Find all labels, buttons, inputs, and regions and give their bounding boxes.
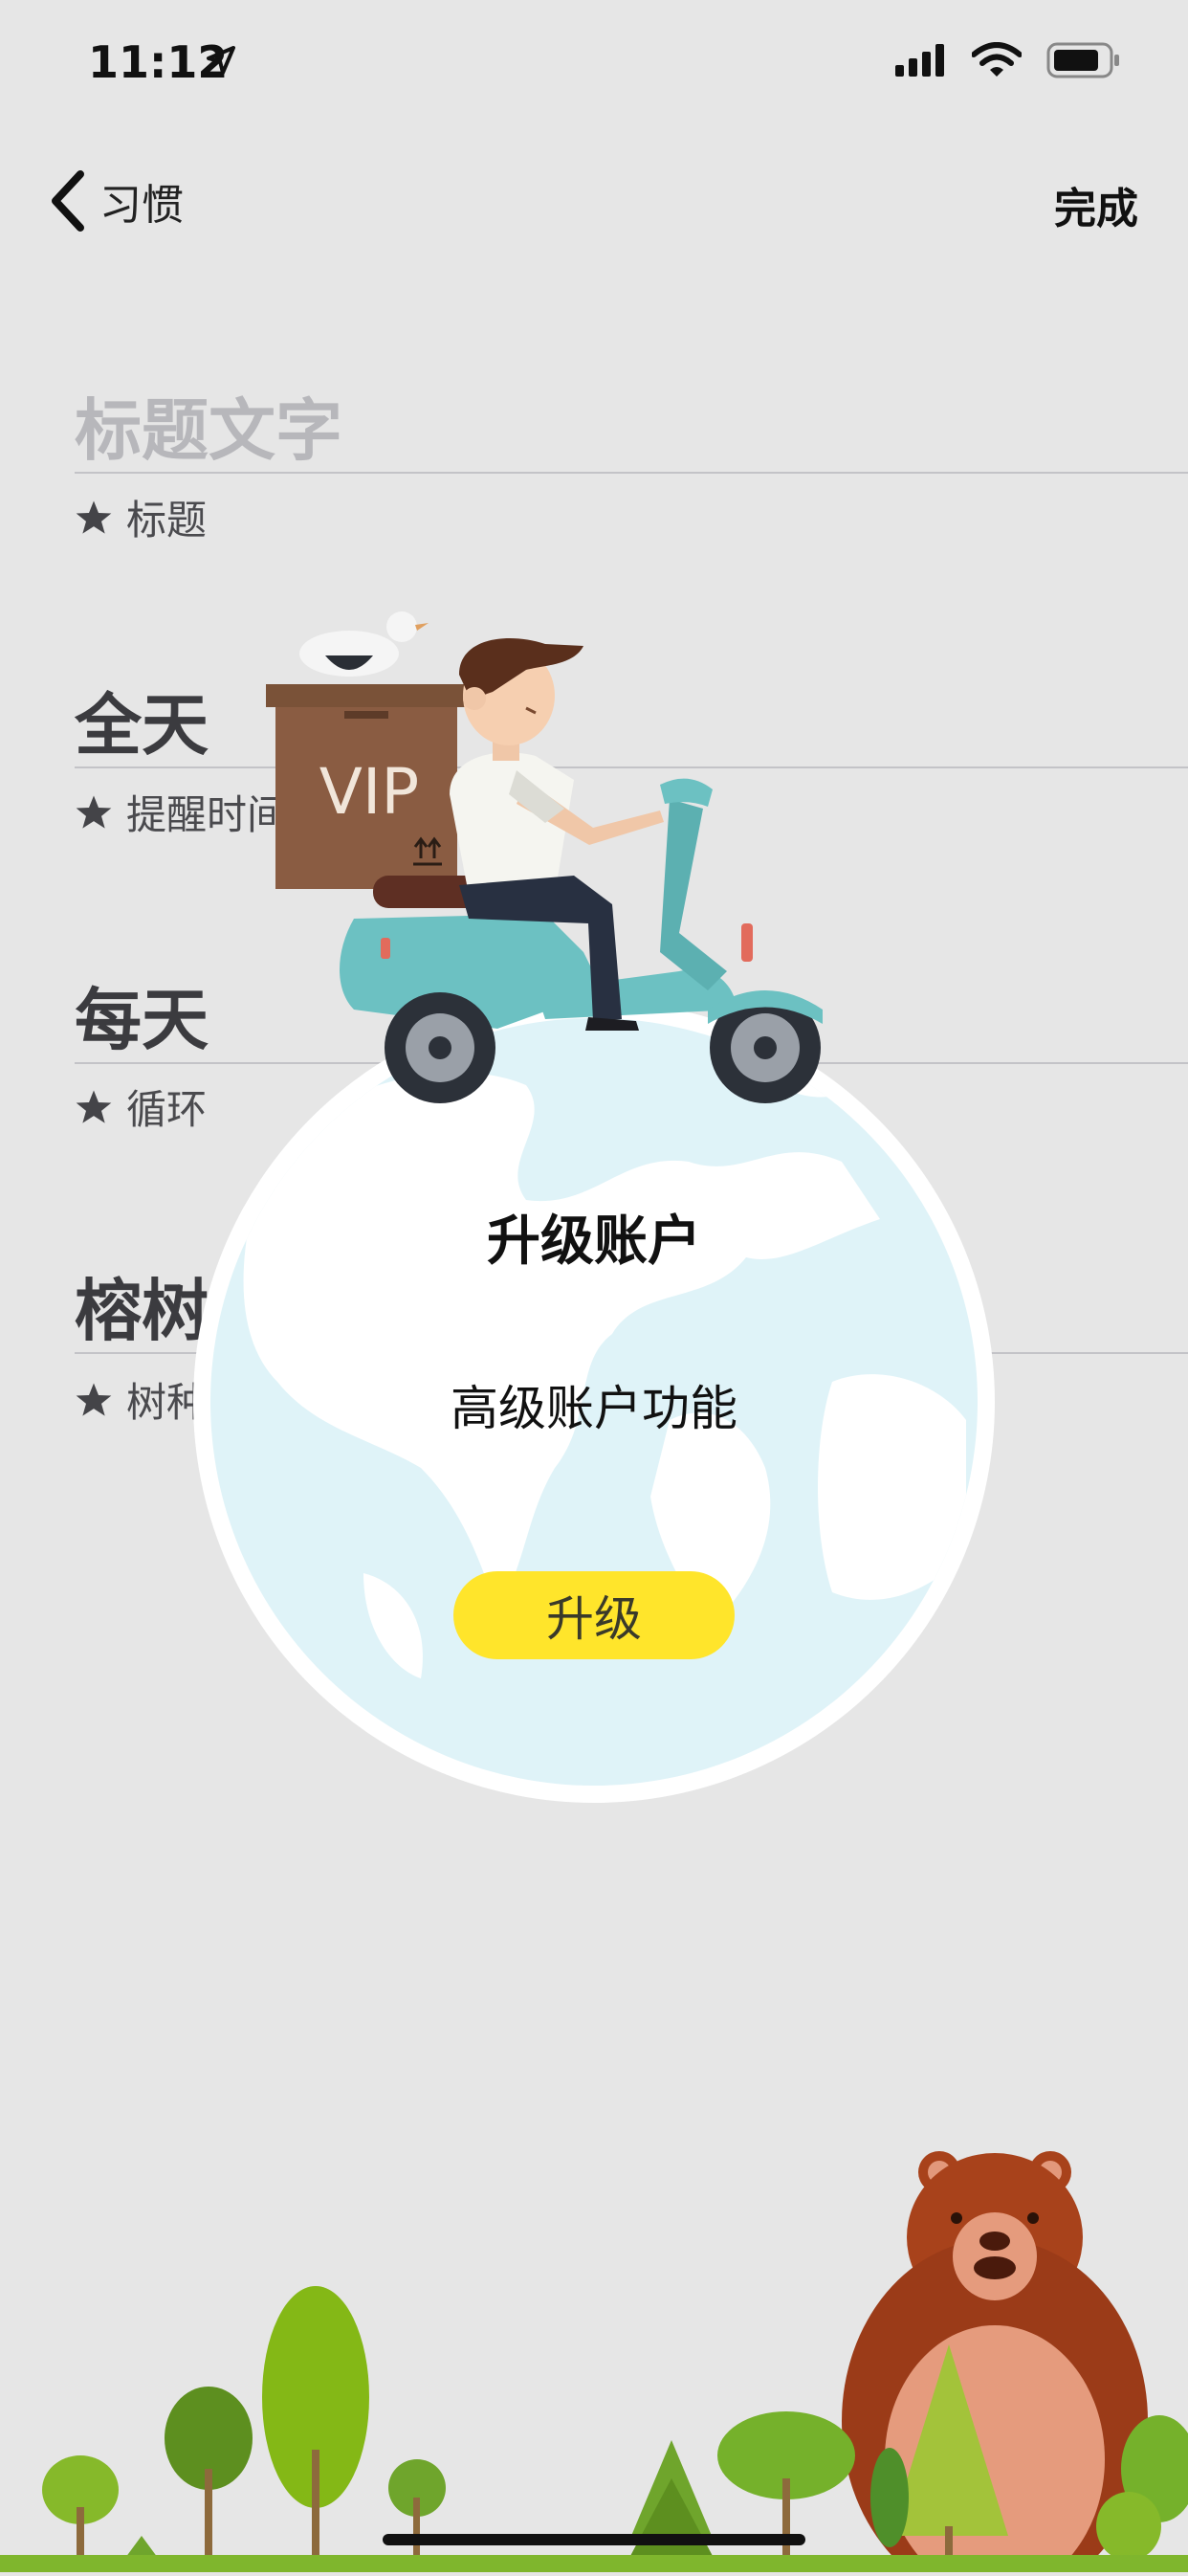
- popup-description: 高级账户功能: [451, 1381, 737, 1436]
- star-icon: [76, 500, 112, 534]
- scooter-illustration: VIP: [258, 588, 832, 1124]
- forest-illustration: [0, 2134, 1188, 2576]
- back-button[interactable]: 习惯: [48, 170, 184, 232]
- upgrade-button[interactable]: 升级: [453, 1571, 735, 1659]
- row-subtitle: 提醒时间: [75, 783, 287, 841]
- back-label: 习惯: [99, 181, 184, 230]
- star-icon: [76, 1090, 112, 1123]
- title-input[interactable]: 标题文字: [75, 377, 342, 474]
- chevron-left-icon: [52, 170, 84, 232]
- signal-icon: [895, 44, 944, 77]
- battery-icon: [1046, 42, 1119, 78]
- divider: [75, 472, 1188, 474]
- row-subtitle-label: 循环: [126, 1086, 208, 1133]
- upgrade-button-label: 升级: [546, 1591, 642, 1647]
- home-indicator[interactable]: [383, 2534, 805, 2545]
- done-button[interactable]: 完成: [1054, 174, 1138, 235]
- reminder-time-field[interactable]: 全天: [75, 672, 209, 768]
- row-subtitle-label: 标题: [126, 497, 208, 544]
- repeat-field[interactable]: 每天: [75, 966, 209, 1063]
- row-subtitle: 循环: [75, 1077, 207, 1136]
- status-icons: [895, 42, 1121, 78]
- star-icon: [76, 795, 112, 829]
- row-subtitle: 标题: [75, 488, 207, 546]
- wifi-icon: [972, 42, 1022, 77]
- vip-box-label: VIP: [319, 755, 419, 829]
- location-arrow-icon: [205, 44, 237, 80]
- popup-title: 升级账户: [487, 1210, 701, 1273]
